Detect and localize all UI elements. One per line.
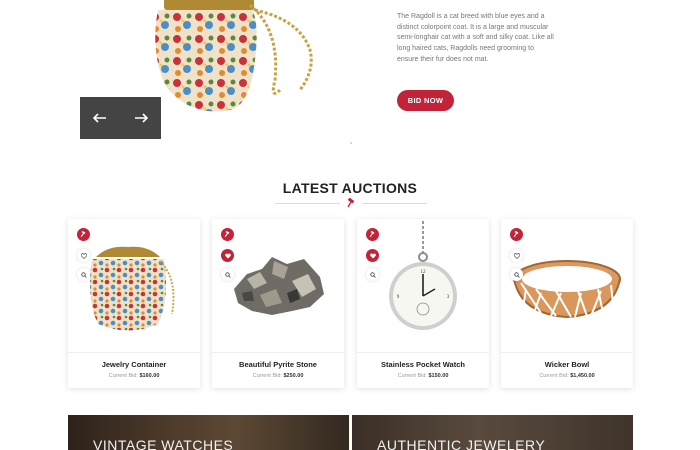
- heart-icon: [513, 252, 520, 259]
- current-bid: Current Bid: $250.00: [212, 373, 344, 379]
- divider-line-right: [362, 203, 427, 204]
- auction-button[interactable]: [77, 228, 90, 241]
- hero-description: The Ragdoll is a cat breed with blue eye…: [397, 13, 554, 63]
- title-divider: [275, 198, 427, 208]
- product-card[interactable]: Jewelry Container Current Bid: $160.00: [68, 219, 200, 388]
- heart-icon: [224, 253, 231, 258]
- section-title: LATEST AUCTIONS: [282, 180, 418, 196]
- slider-prev-button[interactable]: [80, 97, 121, 139]
- arrow-right-icon: [134, 113, 148, 123]
- search-icon: [224, 271, 231, 278]
- current-bid-label: Current Bid:: [252, 373, 282, 379]
- current-bid-value: $150.00: [428, 373, 449, 379]
- current-bid-value: $1,450.00: [570, 373, 595, 379]
- card-divider: [501, 352, 633, 353]
- svg-text:12: 12: [421, 270, 427, 275]
- heart-icon: [369, 253, 376, 258]
- search-icon: [513, 271, 520, 278]
- slider-next-button[interactable]: [121, 97, 162, 139]
- quick-view-button[interactable]: [366, 268, 379, 281]
- current-bid: Current Bid: $1,450.00: [501, 373, 633, 379]
- current-bid-value: $250.00: [283, 373, 304, 379]
- search-icon: [369, 271, 376, 278]
- wishlist-button[interactable]: [77, 249, 90, 262]
- authentic-jewelery-banner[interactable]: AUTHENTIC JEWELERY: [352, 415, 633, 450]
- wishlist-button[interactable]: [366, 249, 379, 262]
- current-bid-label: Current Bid:: [397, 373, 427, 379]
- search-icon: [80, 271, 87, 278]
- wishlist-button[interactable]: [510, 249, 523, 262]
- bid-now-button[interactable]: BID NOW: [397, 90, 454, 111]
- product-name[interactable]: Beautiful Pyrite Stone: [212, 360, 344, 369]
- slider-dot[interactable]: [350, 142, 352, 144]
- gavel-icon: [80, 231, 86, 238]
- current-bid-label: Current Bid:: [108, 373, 138, 379]
- gavel-icon: [224, 231, 230, 238]
- hero-purse-image: [155, 0, 313, 112]
- auction-button[interactable]: [366, 228, 379, 241]
- gavel-icon: [513, 231, 519, 238]
- product-card[interactable]: Beautiful Pyrite Stone Current Bid: $250…: [212, 219, 344, 388]
- product-card[interactable]: 12 3 9 Stainless Pocket Watch Current Bi…: [357, 219, 489, 388]
- slider-controls: [80, 97, 161, 139]
- auction-button[interactable]: [221, 228, 234, 241]
- auction-button[interactable]: [510, 228, 523, 241]
- card-divider: [212, 352, 344, 353]
- gavel-icon: [369, 231, 375, 238]
- heart-icon: [80, 252, 87, 259]
- quick-view-button[interactable]: [77, 268, 90, 281]
- quick-view-button[interactable]: [221, 268, 234, 281]
- current-bid: Current Bid: $150.00: [357, 373, 489, 379]
- hero-slider: The Ragdoll is a cat breed with blue eye…: [0, 0, 700, 150]
- current-bid-label: Current Bid:: [539, 373, 569, 379]
- product-name[interactable]: Stainless Pocket Watch: [357, 360, 489, 369]
- product-name[interactable]: Wicker Bowl: [501, 360, 633, 369]
- banner-title: AUTHENTIC JEWELERY: [377, 437, 546, 450]
- gavel-icon: [347, 198, 355, 208]
- card-divider: [357, 352, 489, 353]
- product-name[interactable]: Jewelry Container: [68, 360, 200, 369]
- arrow-left-icon: [93, 113, 107, 123]
- quick-view-button[interactable]: [510, 268, 523, 281]
- vintage-watches-banner[interactable]: VINTAGE WATCHES: [68, 415, 349, 450]
- divider-line-left: [275, 203, 340, 204]
- current-bid-value: $160.00: [139, 373, 160, 379]
- wishlist-button[interactable]: [221, 249, 234, 262]
- card-divider: [68, 352, 200, 353]
- banner-title: VINTAGE WATCHES: [93, 437, 234, 450]
- product-card[interactable]: Wicker Bowl Current Bid: $1,450.00: [501, 219, 633, 388]
- current-bid: Current Bid: $160.00: [68, 373, 200, 379]
